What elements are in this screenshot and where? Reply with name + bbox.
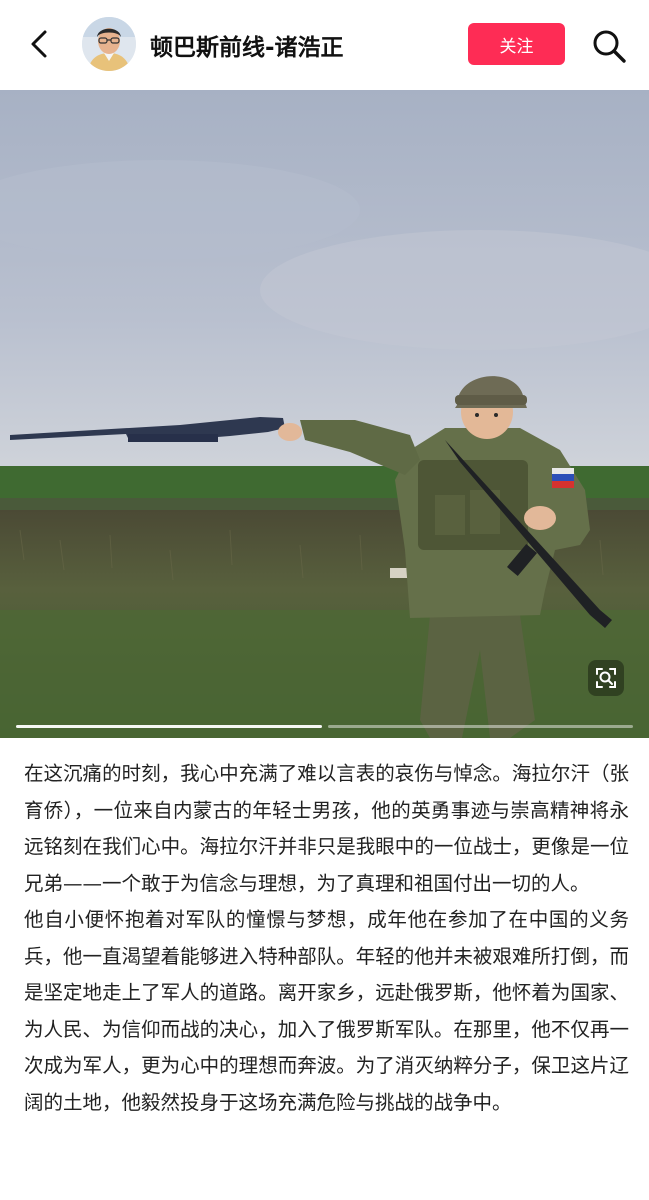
carousel-indicator-1[interactable] [16,725,322,728]
top-bar: 顿巴斯前线-诸浩正 关注 [0,0,649,90]
avatar-image [82,17,136,71]
carousel-indicator-2[interactable] [328,725,633,728]
search-icon[interactable] [589,26,629,66]
post-image[interactable] [0,90,649,738]
post-paragraph-1: 在这沉痛的时刻，我心中充满了难以言表的哀伤与悼念。海拉尔汗（张育侨），一位来自内… [24,762,629,895]
avatar[interactable] [82,17,136,71]
post-paragraph-2: 他自小便怀抱着对军队的憧憬与梦想，成年他在参加了在中国的义务兵，他一直渴望着能够… [24,908,629,1114]
soldier-photo [0,90,649,738]
post-text: 在这沉痛的时刻，我心中充满了难以言表的哀伤与悼念。海拉尔汗（张育侨），一位来自内… [24,756,629,1121]
author-name[interactable]: 顿巴斯前线-诸浩正 [150,28,344,62]
follow-button[interactable]: 关注 [468,23,565,65]
chevron-left-icon[interactable] [22,26,58,62]
zoom-scan-icon[interactable] [588,660,624,696]
